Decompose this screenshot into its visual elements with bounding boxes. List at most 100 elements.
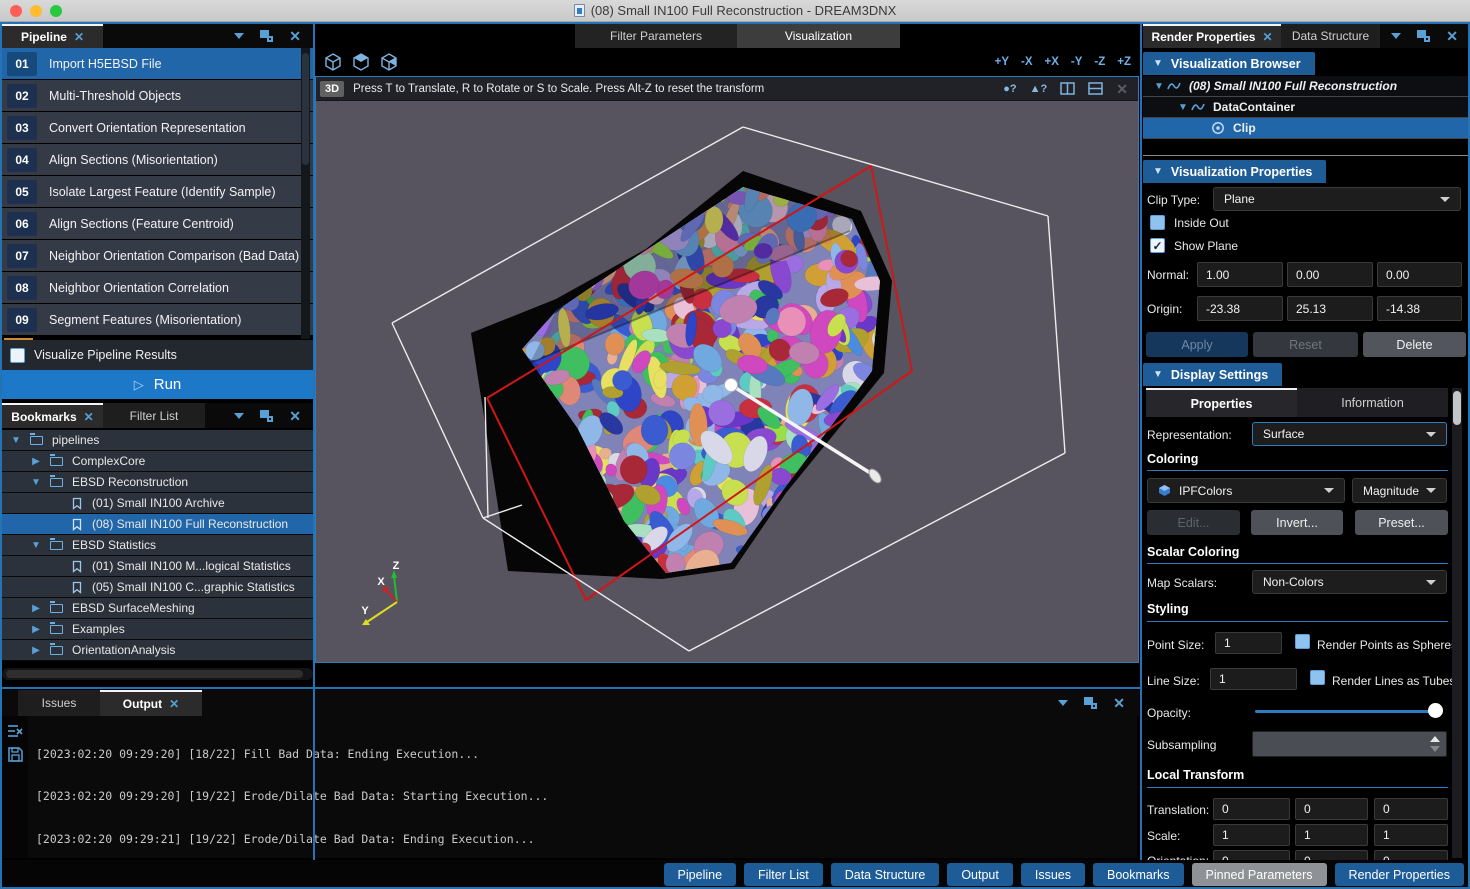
show-plane-checkbox[interactable]: ✓ (1150, 238, 1165, 253)
3d-scene[interactable]: Z X Y (316, 101, 1138, 662)
undock-icon[interactable] (260, 30, 273, 42)
point-size-input[interactable]: 1 (1215, 632, 1282, 654)
tab-bookmarks[interactable]: Bookmarks ✕ (2, 403, 103, 428)
toggle-pinned-parameters-button[interactable]: Pinned Parameters (1192, 863, 1327, 886)
tree-item-selected[interactable]: (08) Small IN100 Full Reconstruction (2, 514, 313, 535)
close-panel-icon[interactable]: ✕ (1113, 696, 1125, 710)
tab-output[interactable]: Output ✕ (100, 690, 202, 716)
pipeline-item[interactable]: 01Import H5EBSD File (2, 48, 313, 80)
representation-dropdown[interactable]: Surface (1252, 422, 1447, 446)
pipeline-item[interactable]: 03Convert Orientation Representation (2, 112, 313, 144)
dock-menu-icon[interactable] (234, 413, 244, 419)
tab-pipeline[interactable]: Pipeline ✕ (2, 24, 103, 48)
tab-display-properties[interactable]: Properties (1146, 388, 1297, 417)
chevron-down-icon[interactable]: ▼ (28, 540, 44, 551)
tree-item[interactable]: ▼pipelines (2, 430, 313, 451)
panel-divider[interactable] (1140, 22, 1142, 887)
browser-row-clip[interactable]: Clip (1143, 118, 1468, 139)
chevron-right-icon[interactable]: ▶ (28, 645, 44, 656)
save-log-icon[interactable] (8, 747, 23, 762)
pipeline-item[interactable]: 04Align Sections (Misorientation) (2, 144, 313, 176)
display-settings-header[interactable]: ▼ Display Settings (1143, 363, 1282, 386)
toggle-issues-button[interactable]: Issues (1021, 863, 1085, 886)
render-panel-scrollbar[interactable] (1452, 388, 1462, 858)
tab-visualization[interactable]: Visualization (737, 24, 900, 48)
pipeline-scrollbar[interactable] (301, 48, 310, 339)
visualization-properties-header[interactable]: ▼ Visualization Properties (1143, 160, 1326, 183)
preset-colormap-button[interactable]: Preset... (1355, 510, 1448, 535)
visibility-eye-icon[interactable] (1211, 121, 1225, 135)
camera-cube-face-icon[interactable] (351, 52, 371, 72)
pipeline-item[interactable]: 08Neighbor Orientation Correlation (2, 272, 313, 304)
run-button[interactable]: ▷ Run (2, 370, 313, 399)
visualization-browser-header[interactable]: ▼ Visualization Browser (1143, 52, 1315, 75)
chevron-down-icon[interactable]: ▼ (1175, 102, 1191, 113)
opacity-slider-knob[interactable] (1428, 703, 1443, 718)
edit-colormap-button[interactable]: Edit... (1147, 510, 1240, 535)
view-plus-x-button[interactable]: +X (1045, 56, 1059, 68)
spin-up-icon[interactable] (1430, 736, 1440, 742)
close-tab-icon[interactable]: ✕ (169, 697, 179, 711)
close-panel-icon[interactable]: ✕ (289, 29, 301, 43)
scrollbar-thumb[interactable] (1453, 391, 1461, 425)
normal-y-input[interactable]: 0.00 (1287, 262, 1373, 287)
render-points-as-spheres-checkbox[interactable]: ✓ (1295, 634, 1310, 649)
translation-x-input[interactable]: 0 (1213, 798, 1290, 820)
chevron-down-icon[interactable]: ▼ (8, 435, 24, 446)
scale-z-input[interactable]: 1 (1374, 824, 1448, 846)
toggle-render-properties-button[interactable]: Render Properties (1335, 863, 1464, 886)
opacity-slider[interactable] (1255, 710, 1440, 713)
close-tab-icon[interactable]: ✕ (1262, 30, 1272, 44)
view-minus-y-button[interactable]: -Y (1071, 56, 1083, 68)
scrollbar-thumb[interactable] (302, 53, 309, 165)
visualize-results-checkbox[interactable]: ✓ (10, 348, 25, 363)
dock-menu-icon[interactable] (1058, 700, 1068, 706)
tree-item[interactable]: ▼EBSD Reconstruction (2, 472, 313, 493)
toggle-data-structure-button[interactable]: Data Structure (831, 863, 940, 886)
chevron-down-icon[interactable]: ▼ (28, 477, 44, 488)
origin-y-input[interactable]: 25.13 (1287, 296, 1373, 321)
map-scalars-dropdown[interactable]: Non-Colors (1252, 570, 1447, 594)
minimize-window-button[interactable] (30, 5, 42, 17)
pipeline-item[interactable]: 07Neighbor Orientation Comparison (Bad D… (2, 240, 313, 272)
reset-button[interactable]: Reset (1253, 332, 1358, 357)
tree-item[interactable]: ▶Examples (2, 619, 313, 640)
undock-icon[interactable] (260, 410, 273, 422)
browser-row-datacontainer[interactable]: ▼ DataContainer (1143, 97, 1468, 118)
close-tab-icon[interactable]: ✕ (74, 30, 84, 44)
tree-item[interactable]: (01) Small IN100 Archive (2, 493, 313, 514)
cursor-help-icon[interactable]: ▲? (1030, 83, 1048, 95)
scale-y-input[interactable]: 1 (1295, 824, 1368, 846)
normal-z-input[interactable]: 0.00 (1377, 262, 1462, 287)
tab-issues[interactable]: Issues (18, 690, 100, 716)
toggle-pipeline-button[interactable]: Pipeline (664, 863, 736, 886)
translation-y-input[interactable]: 0 (1295, 798, 1368, 820)
apply-button[interactable]: Apply (1146, 332, 1248, 357)
browser-row-pipeline[interactable]: ▼ (08) Small IN100 Full Reconstruction (1143, 76, 1468, 97)
chevron-right-icon[interactable]: ▶ (28, 624, 44, 635)
scrollbar-thumb[interactable] (6, 670, 303, 678)
toggle-output-button[interactable]: Output (947, 863, 1013, 886)
pipeline-item[interactable]: 09Segment Features (Misorientation) (2, 304, 313, 336)
close-window-button[interactable] (10, 5, 22, 17)
pipeline-item[interactable]: 06Align Sections (Feature Centroid) (2, 208, 313, 240)
dock-menu-icon[interactable] (1391, 33, 1401, 39)
component-dropdown[interactable]: Magnitude (1352, 478, 1447, 503)
chevron-down-icon[interactable]: ▼ (1151, 81, 1167, 92)
origin-z-input[interactable]: -14.38 (1377, 296, 1462, 321)
tab-display-information[interactable]: Information (1297, 388, 1448, 417)
tree-item[interactable]: (01) Small IN100 M...logical Statistics (2, 556, 313, 577)
undock-icon[interactable] (1084, 697, 1097, 709)
camera-cube-corner-icon[interactable] (379, 52, 399, 72)
tree-item[interactable]: ▶EBSD SurfaceMeshing (2, 598, 313, 619)
view-plus-y-button[interactable]: +Y (995, 56, 1009, 68)
clip-type-dropdown[interactable]: Plane (1213, 187, 1461, 211)
subsampling-spinbox[interactable] (1252, 731, 1447, 757)
close-panel-icon[interactable]: ✕ (289, 409, 301, 423)
undock-icon[interactable] (1417, 30, 1430, 42)
tree-item[interactable]: (05) Small IN100 C...graphic Statistics (2, 577, 313, 598)
origin-x-input[interactable]: -23.38 (1197, 296, 1283, 321)
tab-filter-list[interactable]: Filter List (103, 403, 205, 428)
chevron-right-icon[interactable]: ▶ (28, 456, 44, 467)
close-tab-icon[interactable]: ✕ (84, 410, 94, 424)
